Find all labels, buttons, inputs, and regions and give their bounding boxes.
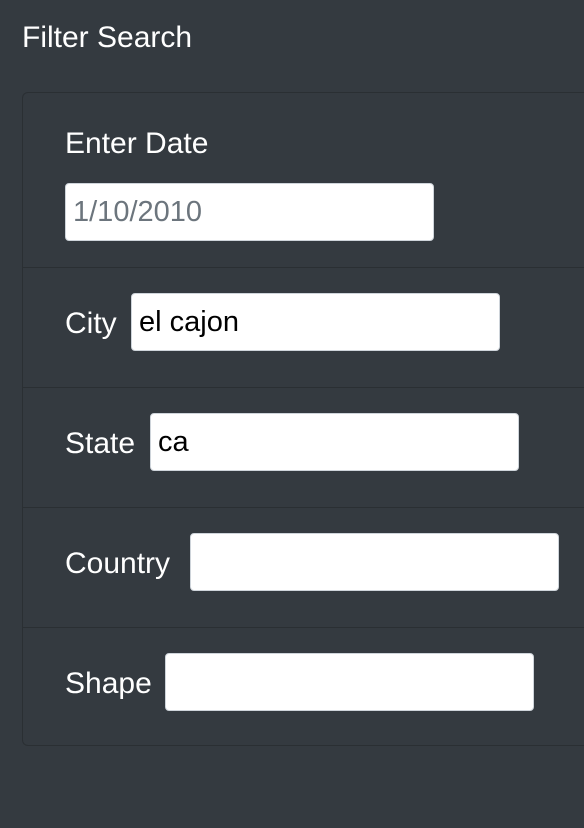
date-label: Enter Date: [65, 127, 209, 160]
city-label: City: [65, 307, 117, 340]
country-label: Country: [65, 547, 171, 580]
city-input[interactable]: [131, 293, 500, 351]
country-input[interactable]: [190, 533, 559, 591]
shape-input[interactable]: [165, 653, 534, 711]
filter-row-country: Country: [23, 508, 584, 628]
filter-search-heading: Filter Search: [22, 21, 193, 54]
date-input[interactable]: [65, 183, 434, 241]
filter-row-date: Enter Date: [23, 93, 584, 268]
filter-row-city: City: [23, 268, 584, 388]
filter-panel: Enter Date City State Country Shape: [22, 92, 584, 746]
filter-page: Filter Search Enter Date City State Coun…: [0, 0, 584, 828]
filter-row-state: State: [23, 388, 584, 508]
state-label: State: [65, 427, 136, 460]
state-input[interactable]: [150, 413, 519, 471]
filter-row-shape: Shape: [23, 628, 584, 746]
shape-label: Shape: [65, 667, 152, 700]
